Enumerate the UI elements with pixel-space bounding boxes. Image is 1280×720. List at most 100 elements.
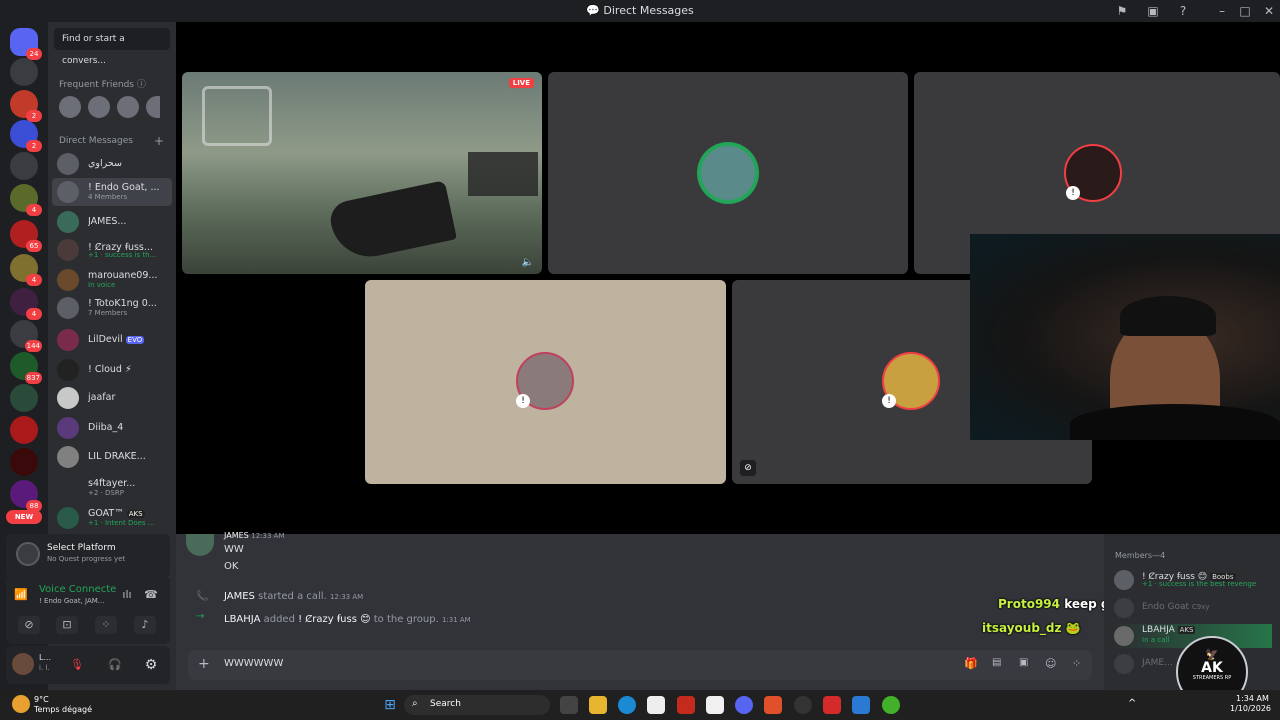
server-icon[interactable]: 2 xyxy=(10,90,42,122)
frequent-friend-avatar[interactable] xyxy=(88,96,110,118)
server-icon[interactable]: 4 xyxy=(10,184,42,216)
windows-taskbar: 9°C Temps dégagé ⊞ ⌕ Search ^ 1:34 AM 1/… xyxy=(0,690,1280,720)
discord-home-icon[interactable]: 24 xyxy=(10,28,42,60)
frequent-friend-avatar[interactable] xyxy=(146,96,160,118)
participant-tile[interactable]: ! xyxy=(365,280,726,484)
avatar xyxy=(57,446,79,468)
shield-icon[interactable] xyxy=(852,696,870,714)
dm-item[interactable]: Diiba_4 xyxy=(52,414,172,442)
message-text: OK xyxy=(224,561,239,572)
minimize-button[interactable]: – xyxy=(1214,3,1230,19)
dm-item[interactable]: JAMES... xyxy=(52,208,172,236)
avatar xyxy=(57,417,79,439)
plus-icon[interactable]: + xyxy=(198,656,210,672)
dm-item[interactable]: ! TotoK1ng 0... 7 Members xyxy=(52,294,172,322)
store-icon[interactable] xyxy=(647,696,665,714)
server-icon[interactable]: 2 xyxy=(10,120,42,152)
sticker-icon[interactable]: ▣ xyxy=(1019,657,1028,668)
emoji-icon[interactable]: ☺ xyxy=(1045,657,1056,670)
task-view-icon[interactable] xyxy=(560,696,578,714)
server-icon[interactable]: 144 xyxy=(10,320,42,352)
app-icon[interactable] xyxy=(823,696,841,714)
volume-icon[interactable]: 🔈 xyxy=(522,257,534,268)
find-conversation-button[interactable]: Find or start a convers... xyxy=(54,28,170,66)
dm-item[interactable]: سحراوي xyxy=(52,150,172,178)
screen-icon[interactable]: ▣ xyxy=(1145,3,1161,19)
server-icon[interactable]: 65 xyxy=(10,220,42,252)
dm-item[interactable]: ! Endo Goat, ... 4 Members xyxy=(52,178,172,206)
new-badge[interactable]: NEW xyxy=(6,510,42,524)
system-message: LBAHJA added ! Ȼrazy ꞙuss 😊 to the group… xyxy=(224,614,471,625)
frequent-friends-header: Frequent Friends ⓘ xyxy=(59,80,146,90)
gift-icon[interactable]: 🎁 xyxy=(964,657,978,670)
server-icon[interactable]: 4 xyxy=(10,254,42,286)
discord-icon[interactable] xyxy=(735,696,753,714)
muted-icon: ! xyxy=(1066,186,1080,200)
activities-icon[interactable]: ⁘ xyxy=(95,616,117,634)
dm-item[interactable]: jaafar xyxy=(52,384,172,412)
server-icon[interactable]: 837 xyxy=(10,352,42,384)
notepad-icon[interactable] xyxy=(706,696,724,714)
chevron-up-icon[interactable]: ^ xyxy=(1128,698,1136,709)
member-item[interactable]: ! Ȼrazy ꞙuss 😊 Boobs +1 · success is the… xyxy=(1112,568,1272,592)
info-icon: ⓘ xyxy=(136,80,146,90)
taskbar-search[interactable]: ⌕ Search xyxy=(404,695,550,715)
inbox-icon[interactable]: ⚑ xyxy=(1114,3,1130,19)
soundboard-icon[interactable]: ♪ xyxy=(134,616,156,634)
server-icon[interactable]: 4 xyxy=(10,288,42,320)
dm-item[interactable]: GOAT™ AKS +1 · Intent Does ... xyxy=(52,504,172,532)
stream-tile[interactable]: LIVE 🔈 xyxy=(182,72,542,274)
frequent-friend-avatar[interactable] xyxy=(117,96,139,118)
dm-item[interactable]: ! Cloud ⚡ xyxy=(52,356,172,384)
message-composer[interactable]: + WWWWWW 🎁 ▤ ▣ ☺ ⁘ xyxy=(188,650,1092,680)
server-icon[interactable] xyxy=(10,58,38,86)
maximize-button[interactable]: □ xyxy=(1237,3,1253,19)
app-icon[interactable] xyxy=(677,696,695,714)
obs-icon[interactable] xyxy=(794,696,812,714)
quest-panel[interactable]: Select Platform No Quest progress yet xyxy=(6,534,170,578)
camera-off-icon[interactable]: ⊘ xyxy=(18,616,40,634)
apps-icon[interactable]: ⁘ xyxy=(1072,657,1081,670)
help-icon[interactable]: ? xyxy=(1175,3,1191,19)
frequent-friend-avatar[interactable] xyxy=(59,96,81,118)
mic-muted-icon[interactable]: 🎙 xyxy=(66,656,88,674)
window-title: 💬 Direct Messages xyxy=(586,4,694,17)
cap-graphic xyxy=(1120,296,1216,336)
server-icon[interactable]: 88 xyxy=(10,480,42,512)
file-explorer-icon[interactable] xyxy=(589,696,607,714)
dm-icon: 💬 xyxy=(586,4,600,17)
edge-icon[interactable] xyxy=(618,696,636,714)
signal-icon[interactable]: 📶 xyxy=(14,588,28,601)
noise-suppression-icon[interactable]: ılı xyxy=(116,586,138,604)
screen-share-icon[interactable]: ⊡ xyxy=(56,616,78,634)
dm-item[interactable]: s4ftayer... +2 · DSRP xyxy=(52,474,172,502)
deafen-icon[interactable]: 🎧 xyxy=(104,656,126,674)
dm-item[interactable]: ! Ȼrazy ꞙuss... +1 · success is th... xyxy=(52,236,172,264)
close-button[interactable]: ✕ xyxy=(1261,3,1277,19)
member-item[interactable]: Endo Goat C9xy xyxy=(1112,596,1272,620)
weather-icon[interactable] xyxy=(12,695,30,713)
server-icon[interactable] xyxy=(10,152,38,180)
app-icon[interactable] xyxy=(882,696,900,714)
server-icon[interactable] xyxy=(10,448,38,476)
server-icon[interactable] xyxy=(10,416,38,444)
plus-icon[interactable]: + xyxy=(154,134,164,148)
weapon-graphic xyxy=(327,180,457,264)
participant-tile[interactable] xyxy=(548,72,908,274)
server-icon[interactable] xyxy=(10,384,38,412)
minimap xyxy=(202,86,272,146)
avatar xyxy=(186,534,214,556)
avatar[interactable] xyxy=(12,653,34,675)
settings-gear-icon[interactable]: ⚙ xyxy=(140,656,162,674)
disconnect-icon[interactable]: ☎ xyxy=(140,586,162,604)
dm-item[interactable]: LilDevil EVO xyxy=(52,326,172,354)
gif-icon[interactable]: ▤ xyxy=(992,657,1001,668)
message-input[interactable]: WWWWWW xyxy=(224,658,283,669)
avatar xyxy=(1114,598,1134,618)
windows-start-icon[interactable]: ⊞ xyxy=(381,696,399,714)
dm-item[interactable]: LIL DRAKE... xyxy=(52,443,172,471)
camera-off-icon[interactable]: ⊘ xyxy=(740,460,756,476)
brave-icon[interactable] xyxy=(764,696,782,714)
system-message: JAMES started a call. 12:33 AM xyxy=(224,591,364,602)
dm-item[interactable]: marouane09... In voice xyxy=(52,266,172,294)
